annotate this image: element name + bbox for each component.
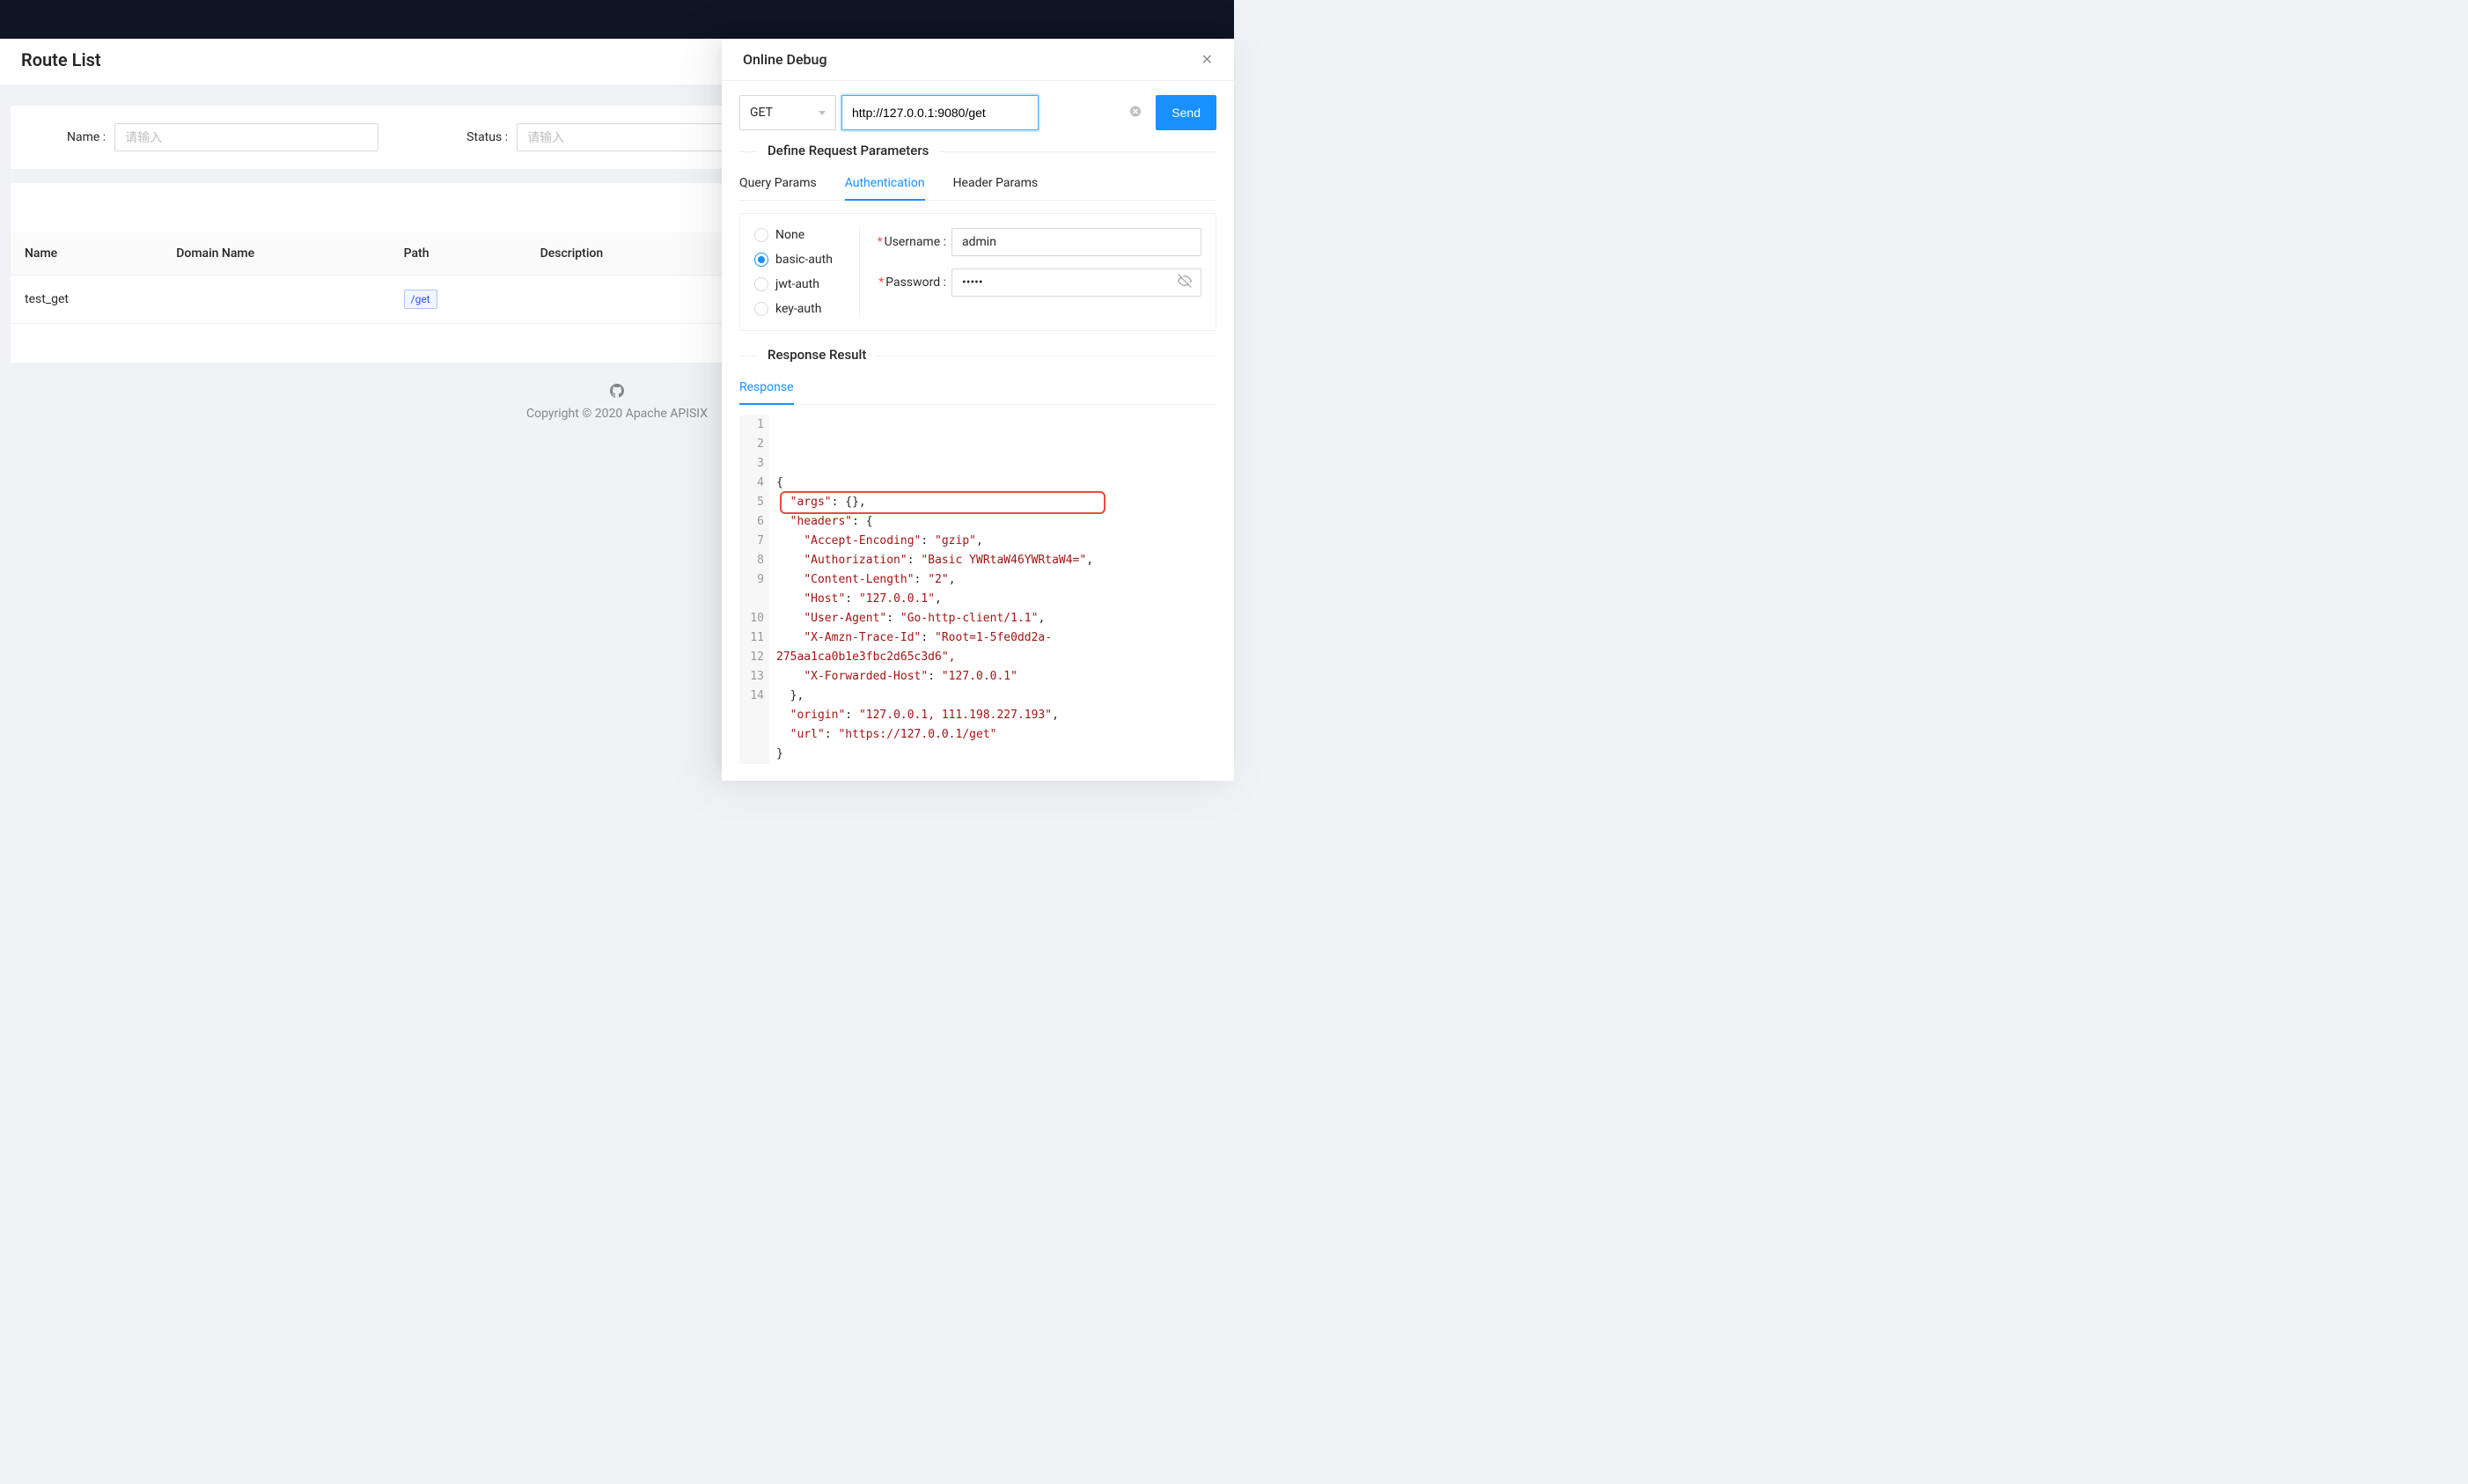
auth-option-label: jwt-auth [775, 277, 819, 291]
filter-status: Status : 请输入 [466, 123, 728, 151]
response-code: 123456789 1011121314 { "args": {}, "head… [739, 415, 1216, 764]
method-value: GET [750, 106, 773, 120]
col-domain: Domain Name [162, 232, 389, 275]
close-icon[interactable]: ✕ [1201, 53, 1213, 67]
tab-authentication[interactable]: Authentication [845, 167, 925, 201]
radio-icon [754, 253, 768, 267]
path-tag: /get [404, 290, 437, 309]
col-description: Description [526, 232, 724, 275]
filter-name-input[interactable] [114, 123, 378, 151]
auth-option-label: basic-auth [775, 253, 833, 267]
tab-query-params[interactable]: Query Params [739, 167, 817, 201]
params-tabs: Query Params Authentication Header Param… [739, 167, 1216, 201]
username-input[interactable]: admin [951, 228, 1201, 256]
tab-header-params[interactable]: Header Params [953, 167, 1039, 201]
cell-path: /get [390, 275, 526, 324]
radio-icon [754, 302, 768, 316]
cell-description [526, 275, 724, 324]
cell-domain [162, 275, 389, 324]
drawer-title: Online Debug [743, 51, 827, 68]
response-tabs: Response [739, 371, 1216, 405]
chevron-down-icon [819, 111, 826, 115]
auth-option-basic[interactable]: basic-auth [754, 253, 850, 267]
cell-name: test_get [11, 275, 162, 324]
tab-response[interactable]: Response [739, 371, 794, 405]
col-name: Name [11, 232, 162, 275]
url-input[interactable] [841, 95, 1039, 130]
method-select[interactable]: GET [739, 95, 836, 130]
auth-option-key[interactable]: key-auth [754, 302, 850, 316]
eye-invisible-icon[interactable] [1178, 274, 1192, 291]
section-response-title: Response Result [757, 347, 877, 363]
auth-option-label: None [775, 228, 804, 242]
filter-name: Name : [67, 123, 378, 151]
auth-option-none[interactable]: None [754, 228, 850, 242]
auth-option-label: key-auth [775, 302, 821, 316]
top-bar [0, 0, 1234, 39]
radio-icon [754, 228, 768, 242]
filter-name-label: Name : [67, 130, 106, 144]
filter-status-placeholder: 请输入 [527, 129, 564, 146]
section-params-title: Define Request Parameters [757, 143, 939, 158]
radio-icon [754, 277, 768, 291]
filter-status-label: Status : [466, 130, 508, 144]
github-icon[interactable] [610, 384, 624, 401]
password-label: *Password : [874, 275, 946, 290]
col-path: Path [390, 232, 526, 275]
clear-icon[interactable] [1129, 106, 1142, 121]
online-debug-drawer: Online Debug ✕ GET Send Define Request P… [722, 39, 1234, 781]
auth-option-jwt[interactable]: jwt-auth [754, 277, 850, 291]
send-button[interactable]: Send [1156, 95, 1216, 130]
auth-panel: None basic-auth jwt-auth key-auth *Usern… [739, 213, 1216, 331]
username-label: *Username : [874, 235, 946, 249]
password-input[interactable]: ••••• [951, 268, 1201, 297]
filter-status-select[interactable]: 请输入 [517, 123, 728, 151]
